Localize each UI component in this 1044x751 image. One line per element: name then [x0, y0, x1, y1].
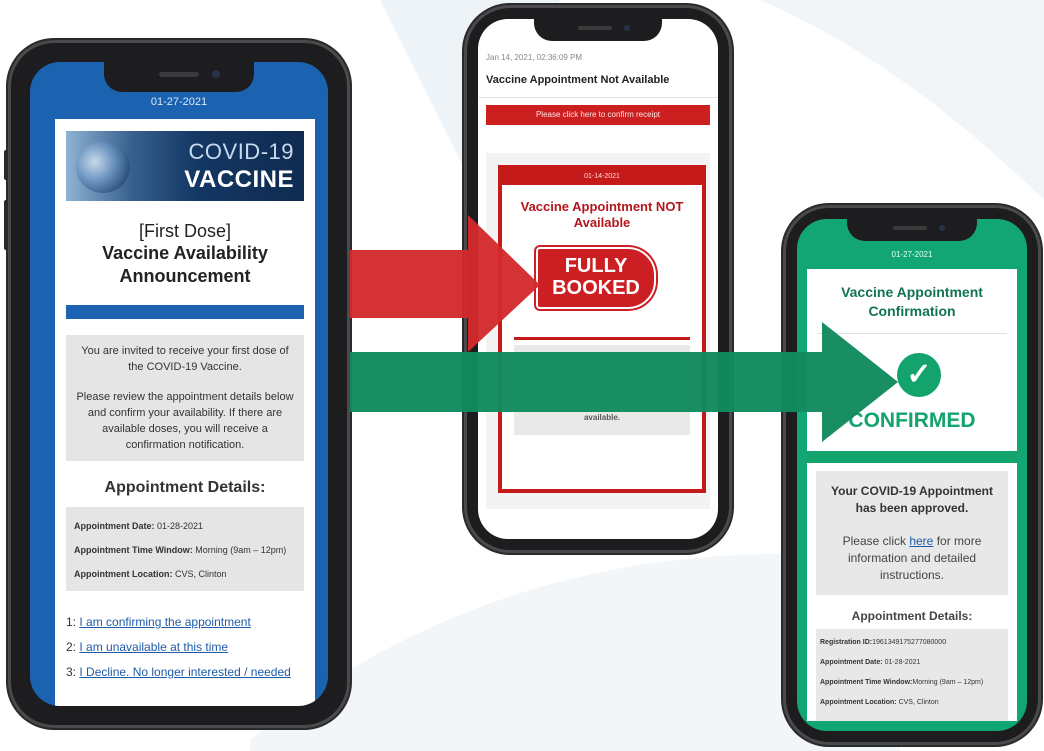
info-text: Please click here for more information a…	[842, 534, 982, 582]
approval-box: Your COVID-19 Appointment has been appro…	[816, 471, 1008, 595]
review-text: Please review the appointment details be…	[76, 391, 294, 451]
email-date: 01-27-2021	[891, 250, 933, 259]
unavailable-link[interactable]: I am unavailable at this time	[79, 640, 228, 654]
details-box: Registration ID:1961349175277080000 Appo…	[816, 629, 1008, 721]
details-heading: Appointment Details:	[851, 609, 973, 623]
detail-row: Appointment Date: 01-28-2021	[820, 659, 921, 666]
message-timestamp: Jan 14, 2021, 02:36:09 PM	[486, 53, 583, 62]
phone-not-available: Jan 14, 2021, 02:36:09 PM Vaccine Appoin…	[464, 5, 732, 553]
not-available-panel: 01-14-2021 Vaccine Appointment NOT Avail…	[498, 165, 706, 493]
phone-side-button	[4, 200, 8, 250]
option-confirm: 1: I am confirming the appointment	[66, 615, 251, 629]
message-header: Vaccine Appointment Not Available	[486, 74, 670, 86]
red-divider	[514, 337, 690, 340]
phone-notch	[847, 219, 977, 241]
confirmed-status: CONFIRMED	[848, 409, 976, 432]
option-decline: 3: I Decline. No longer interested / nee…	[66, 665, 291, 679]
approved-text: Your COVID-19 Appointment has been appro…	[831, 484, 993, 515]
detail-row: Appointment Date: 01-28-2021	[74, 521, 204, 531]
phone-confirmation: 01-27-2021 Vaccine Appointment Confirmat…	[783, 205, 1041, 745]
option-unavailable: 2: I am unavailable at this time	[66, 640, 229, 654]
phone-notch	[534, 19, 662, 41]
detail-row: Appointment Time Window: Morning (9am – …	[74, 545, 287, 555]
check-circle-icon: ✓	[897, 353, 941, 397]
confirm-receipt-button[interactable]: Please click here to confirm receipt	[486, 105, 710, 125]
covid-vaccine-banner: COVID-19 VACCINE	[66, 131, 304, 201]
invite-text: You are invited to receive your first do…	[81, 345, 289, 373]
detail-row: Appointment Location: CVS, Clinton	[820, 699, 939, 706]
fully-booked-stamp: FULLY BOOKED	[536, 247, 656, 309]
decline-link[interactable]: I Decline. No longer interested / needed	[79, 665, 290, 679]
banner-line-1: COVID-19	[188, 139, 294, 164]
phone-side-button	[4, 150, 8, 180]
invitation-box: You are invited to receive your first do…	[66, 335, 304, 461]
email-card: COVID-19 VACCINE [First Dose] Vaccine Av…	[55, 119, 315, 706]
details-heading: Appointment Details:	[104, 479, 266, 496]
available-text: available.	[583, 413, 621, 422]
phone-screen: Jan 14, 2021, 02:36:09 PM Vaccine Appoin…	[478, 19, 718, 539]
detail-row: Appointment Location: CVS, Clinton	[74, 569, 227, 579]
card-date: 01-14-2021	[502, 169, 702, 185]
green-divider	[807, 451, 1017, 463]
phone-vaccine-announcement: 01-27-2021 COVID-19 VACCINE [First Dose]…	[4, 40, 350, 728]
detail-row: Registration ID:1961349175277080000	[820, 639, 947, 646]
divider	[817, 333, 1007, 334]
phone-screen: 01-27-2021 Vaccine Appointment Confirmat…	[797, 219, 1027, 731]
dose-subtitle: [First Dose]	[138, 221, 231, 241]
divider	[478, 97, 718, 98]
email-card: 01-14-2021 Vaccine Appointment NOT Avail…	[486, 153, 710, 509]
vaccine-vial-image	[76, 141, 130, 193]
details-box: Appointment Date: 01-28-2021 Appointment…	[66, 507, 304, 591]
email-card: Vaccine Appointment Confirmation ✓ CONFI…	[807, 269, 1017, 721]
confirm-appointment-link[interactable]: I am confirming the appointment	[79, 615, 250, 629]
phone-notch	[104, 62, 254, 92]
confirmation-title: Vaccine Appointment Confirmation	[841, 284, 983, 319]
email-date: 01-27-2021	[150, 96, 208, 108]
info-here-link[interactable]: here	[909, 534, 933, 548]
banner-line-2: VACCINE	[184, 166, 294, 193]
blue-divider	[66, 305, 304, 319]
detail-row: Appointment Time Window:Morning (9am – 1…	[820, 679, 984, 686]
not-available-title: Vaccine Appointment NOT Available	[520, 199, 684, 230]
message-box: available.	[514, 345, 690, 435]
announcement-title: Vaccine Availability Announcement	[102, 243, 268, 286]
phone-screen: 01-27-2021 COVID-19 VACCINE [First Dose]…	[30, 62, 328, 706]
